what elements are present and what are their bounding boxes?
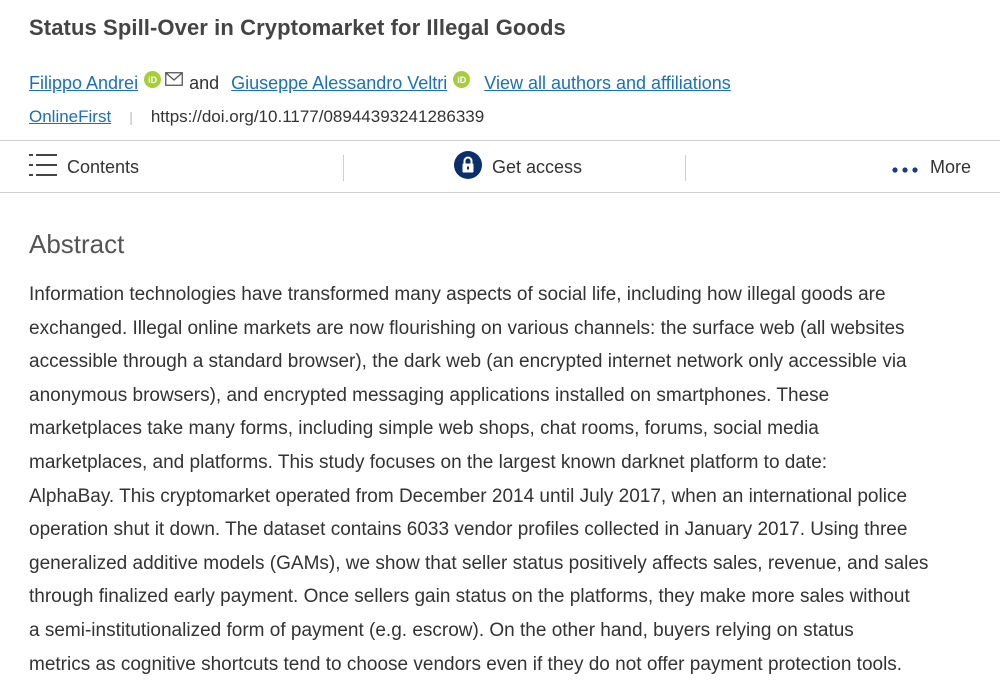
more-button[interactable]: More	[892, 141, 971, 194]
online-first-link[interactable]: OnlineFirst	[29, 107, 111, 127]
abstract-heading: Abstract	[29, 229, 125, 259]
abstract-line: accessible through a standard browser), …	[29, 351, 907, 373]
contents-label: Contents	[67, 157, 140, 177]
abstract-line: generalized additive models (GAMs), we s…	[29, 552, 929, 574]
get-access-button[interactable]: Get access	[454, 141, 582, 194]
author-link-veltri[interactable]: Giuseppe Alessandro Veltri	[231, 73, 447, 94]
author-line: Filippo Andrei iD and Giuseppe Alessandr…	[29, 70, 731, 97]
get-access-label: Get access	[492, 157, 583, 177]
contents-button[interactable]: Contents	[29, 141, 139, 194]
article-meta: OnlineFirst | https://doi.org/10.1177/08…	[29, 107, 484, 127]
abstract-line: exchanged. Illegal online markets are no…	[29, 317, 905, 339]
orcid-icon[interactable]: iD	[453, 71, 471, 88]
abstract-line: AlphaBay. This cryptomarket operated fro…	[29, 485, 908, 507]
abstract-line: a semi-institutionalized form of payment…	[29, 619, 854, 641]
toolbar-divider	[685, 155, 686, 181]
abstract-line: through finalized early payment. Once se…	[29, 586, 910, 608]
orcid-icon[interactable]: iD	[144, 71, 162, 88]
abstract-text: Information technologies have transforme…	[29, 278, 979, 681]
abstract-line: operation shut it down. The dataset cont…	[29, 519, 908, 541]
abstract-line: Information technologies have transforme…	[29, 284, 886, 305]
and-text: and	[189, 73, 220, 93]
email-icon[interactable]	[165, 70, 183, 91]
more-label: More	[930, 157, 972, 177]
abstract-line: marketplaces, and platforms. This study …	[29, 451, 828, 473]
article-toolbar: Contents Get access More	[0, 140, 1000, 193]
more-dots-icon	[892, 157, 918, 178]
abstract-line: marketplaces take many forms, including …	[29, 418, 819, 440]
article-title: Status Spill-Over in Cryptomarket for Il…	[29, 15, 566, 40]
author-link-andrei[interactable]: Filippo Andrei	[29, 73, 138, 94]
list-icon	[29, 153, 57, 182]
abstract-line: anonymous browsers), and encrypted messa…	[29, 384, 830, 406]
doi-text[interactable]: https://doi.org/10.1177/0894439324128633…	[151, 107, 484, 127]
view-all-authors-link[interactable]: View all authors and affiliations	[484, 73, 731, 94]
toolbar-divider	[343, 155, 344, 181]
abstract-line: metrics as cognitive shortcuts tend to c…	[29, 653, 903, 675]
meta-separator: |	[129, 109, 133, 125]
lock-icon	[454, 151, 482, 184]
